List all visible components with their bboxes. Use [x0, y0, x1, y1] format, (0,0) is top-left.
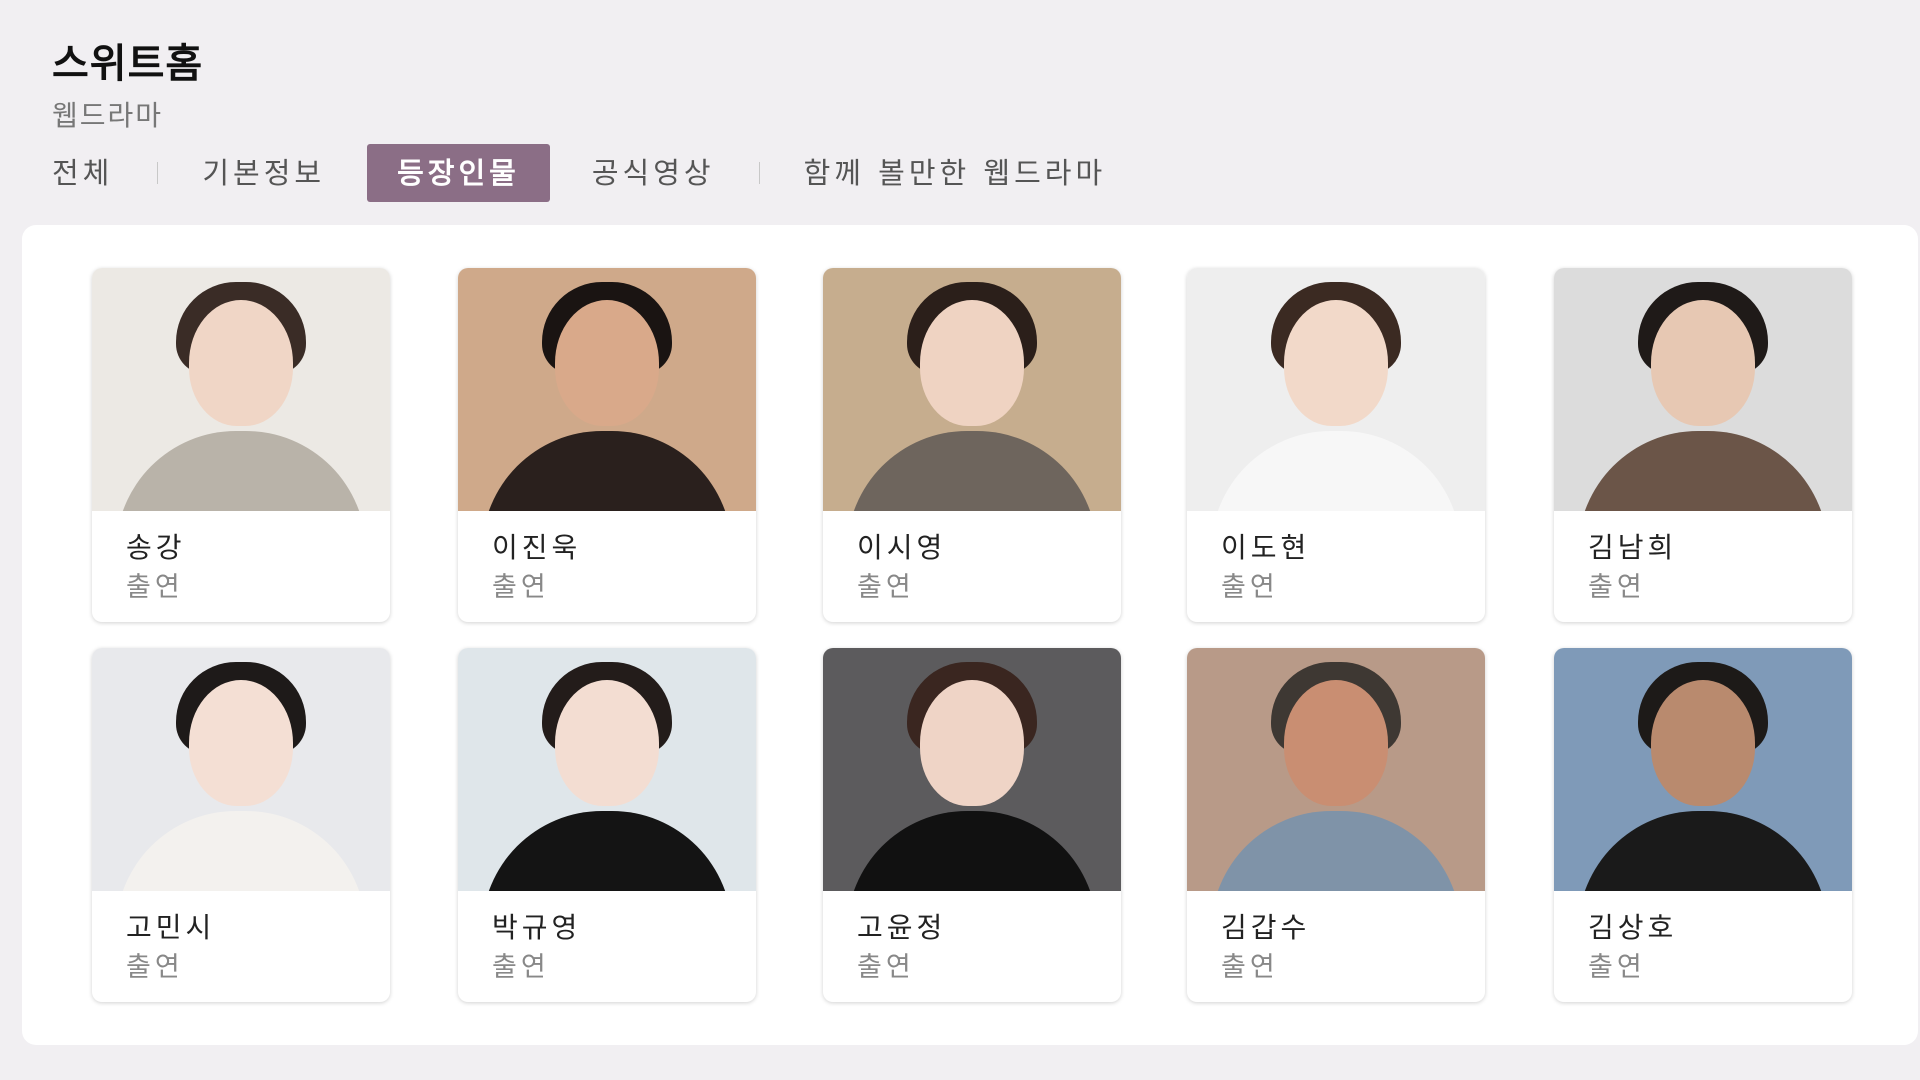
cast-role: 출연: [126, 952, 184, 983]
tab-recommended-webdramas[interactable]: 함께 볼만한 웹드라마: [804, 144, 1107, 202]
cast-photo[interactable]: [1554, 268, 1852, 511]
cast-name[interactable]: 박규영: [492, 909, 756, 947]
tab-characters[interactable]: 등장인물: [367, 144, 550, 202]
tab-divider: [758, 162, 760, 184]
cast-name[interactable]: 고윤정: [857, 909, 1121, 947]
cast-photo[interactable]: [823, 268, 1121, 511]
cast-role: 출연: [492, 572, 550, 603]
header: 스위트홈 웹드라마: [52, 36, 203, 134]
cast-role: 출연: [1221, 952, 1279, 983]
cast-card[interactable]: 김갑수출연: [1187, 648, 1485, 1002]
cast-name[interactable]: 김상호: [1588, 909, 1852, 947]
cast-card[interactable]: 박규영출연: [458, 648, 756, 1002]
cast-photo[interactable]: [92, 648, 390, 891]
cast-card[interactable]: 고윤정출연: [823, 648, 1121, 1002]
cast-name[interactable]: 이진욱: [492, 529, 756, 567]
cast-name[interactable]: 이시영: [857, 529, 1121, 567]
cast-photo[interactable]: [458, 268, 756, 511]
cast-card[interactable]: 김남희출연: [1554, 268, 1852, 622]
cast-name[interactable]: 고민시: [126, 909, 390, 947]
cast-name[interactable]: 이도현: [1221, 529, 1485, 567]
cast-photo[interactable]: [1554, 648, 1852, 891]
cast-photo[interactable]: [458, 648, 756, 891]
cast-card[interactable]: 송강출연: [92, 268, 390, 622]
cast-photo[interactable]: [823, 648, 1121, 891]
cast-role: 출연: [492, 952, 550, 983]
cast-card[interactable]: 고민시출연: [92, 648, 390, 1002]
cast-name[interactable]: 김남희: [1588, 529, 1852, 567]
tab-official-videos[interactable]: 공식영상: [592, 144, 715, 202]
cast-role: 출연: [1588, 572, 1646, 603]
cast-panel: 송강 출연 이진욱 출연 이시영 출연 이도현 출연 김남희 출연 고민시 출연 박규영 출연 고윤정 출연 김…: [22, 225, 1918, 1045]
cast-name[interactable]: 김갑수: [1221, 909, 1485, 947]
cast-card[interactable]: 이시영출연: [823, 268, 1121, 622]
cast-role: 출연: [857, 952, 915, 983]
tab-divider: [157, 162, 159, 184]
cast-role: 출연: [126, 572, 184, 603]
cast-role: 출연: [857, 572, 915, 603]
cast-role: 출연: [1221, 572, 1279, 603]
tab-basic-info[interactable]: 기본정보: [202, 144, 325, 202]
page-title: 스위트홈: [52, 41, 204, 87]
cast-card[interactable]: 이도현출연: [1187, 268, 1485, 622]
tab-all[interactable]: 전체: [52, 144, 113, 202]
cast-photo[interactable]: [92, 268, 390, 511]
tab-bar: 전체 기본정보 등장인물 공식영상 함께 볼만한 웹드라마: [52, 144, 1106, 202]
cast-photo[interactable]: [1187, 268, 1485, 511]
cast-role: 출연: [1588, 952, 1646, 983]
cast-photo[interactable]: [1187, 648, 1485, 891]
cast-card[interactable]: 김상호출연: [1554, 648, 1852, 1002]
page-subtitle: 웹드라마: [52, 99, 164, 132]
cast-card[interactable]: 이진욱출연: [458, 268, 756, 622]
cast-name[interactable]: 송강: [126, 529, 390, 567]
